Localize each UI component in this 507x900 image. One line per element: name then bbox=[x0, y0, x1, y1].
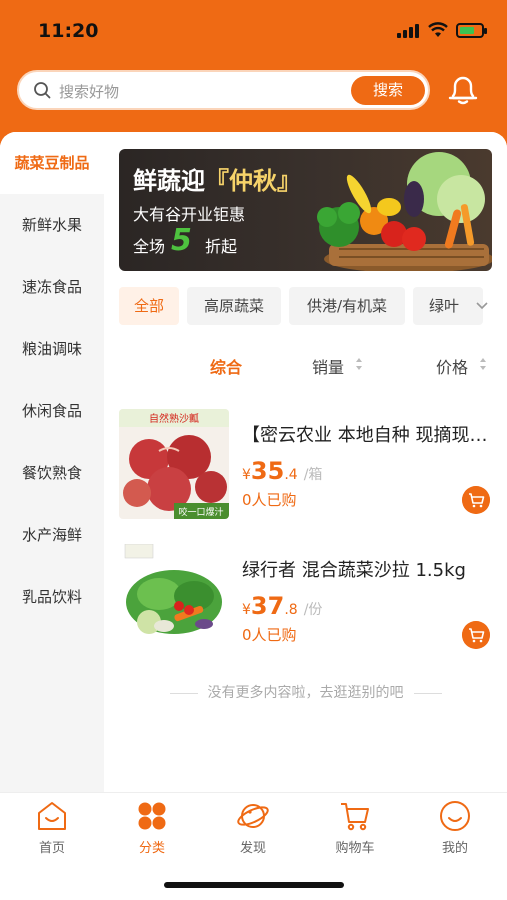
tab-discover[interactable]: 发现 bbox=[213, 799, 293, 856]
sidebar-item-grain-oil[interactable]: 粮油调味 bbox=[0, 318, 104, 380]
category-icon bbox=[138, 802, 166, 830]
svg-text:自然熟沙瓤: 自然熟沙瓤 bbox=[149, 412, 199, 425]
divider bbox=[413, 692, 442, 694]
product-sold-count: 0人已购 bbox=[242, 626, 297, 644]
product-image: 自然熟沙瓤 咬一口爆汁 bbox=[119, 409, 229, 519]
signal-icon bbox=[397, 24, 421, 38]
tab-profile[interactable]: 我的 bbox=[415, 799, 495, 856]
sidebar-item-seafood[interactable]: 水产海鲜 bbox=[0, 504, 104, 566]
product-sold-count: 0人已购 bbox=[242, 491, 297, 509]
home-indicator bbox=[164, 882, 344, 888]
status-bar: 11:20 bbox=[0, 0, 507, 60]
tag-all[interactable]: 全部 bbox=[119, 287, 179, 325]
sidebar-item-vegetables[interactable]: 蔬菜豆制品 bbox=[0, 132, 104, 194]
sort-sales[interactable]: 销量 bbox=[312, 354, 344, 378]
sidebar-item-dairy[interactable]: 乳品饮料 bbox=[0, 566, 104, 628]
tag-plateau-veg[interactable]: 高原蔬菜 bbox=[187, 287, 281, 325]
search-icon bbox=[34, 82, 51, 99]
sidebar-item-fruits[interactable]: 新鲜水果 bbox=[0, 194, 104, 256]
main-panel: 鲜蔬迎『仲秋』 大有谷开业钜惠 全场 5 折起 全部 高原蔬菜 供港/有机菜 绿… bbox=[104, 132, 507, 792]
product-card[interactable]: 自然熟沙瓤 咬一口爆汁 【密云农业 本地自种 现摘现发】自然熟沙瓤西红柿 ¥35… bbox=[104, 409, 507, 529]
chevron-down-icon[interactable] bbox=[472, 296, 492, 316]
banner-subtitle: 大有谷开业钜惠 bbox=[133, 205, 246, 224]
add-to-cart-button[interactable] bbox=[462, 621, 490, 649]
product-card[interactable]: 绿行者 混合蔬菜沙拉 1.5kg ¥37.8/份 0人已购 bbox=[104, 544, 507, 664]
add-to-cart-button[interactable] bbox=[462, 486, 490, 514]
product-name[interactable]: 【密云农业 本地自种 现摘现发】自然熟沙瓤西红柿 bbox=[242, 421, 492, 447]
sort-arrows-icon bbox=[356, 358, 362, 370]
banner-line3-prefix: 全场 bbox=[133, 237, 166, 256]
tab-home[interactable]: 首页 bbox=[12, 799, 92, 856]
subcategory-tags: 全部 高原蔬菜 供港/有机菜 绿叶 bbox=[119, 287, 507, 327]
banner-line3-suffix: 折起 bbox=[205, 237, 238, 256]
sidebar-item-snacks[interactable]: 休闲食品 bbox=[0, 380, 104, 442]
sort-bar: 综合 销量 价格 bbox=[104, 347, 507, 381]
search-button[interactable]: 搜索 bbox=[351, 76, 425, 105]
tag-organic[interactable]: 供港/有机菜 bbox=[289, 287, 405, 325]
banner-discount: 5 bbox=[171, 223, 192, 258]
cart-icon bbox=[341, 803, 369, 831]
home-icon bbox=[38, 802, 66, 830]
sidebar-item-frozen[interactable]: 速冻食品 bbox=[0, 256, 104, 318]
no-more-content: 没有更多内容啦，去逛逛别的吧 bbox=[104, 682, 507, 702]
banner-title: 鲜蔬迎『仲秋』 bbox=[133, 167, 301, 195]
profile-icon bbox=[440, 801, 470, 831]
product-image bbox=[119, 544, 229, 654]
product-price: ¥37.8/份 bbox=[242, 592, 323, 620]
product-price: ¥35.4/箱 bbox=[242, 457, 323, 485]
category-sidebar: 蔬菜豆制品 新鲜水果 速冻食品 粮油调味 休闲食品 餐饮熟食 水产海鲜 乳品饮料 bbox=[0, 132, 104, 792]
divider bbox=[169, 692, 198, 694]
wifi-icon bbox=[428, 22, 448, 37]
content-area: 蔬菜豆制品 新鲜水果 速冻食品 粮油调味 休闲食品 餐饮熟食 水产海鲜 乳品饮料… bbox=[0, 132, 507, 792]
vegetable-basket-image bbox=[317, 152, 492, 271]
search-input[interactable]: 搜索好物 bbox=[59, 81, 119, 102]
sidebar-item-deli[interactable]: 餐饮熟食 bbox=[0, 442, 104, 504]
tab-category[interactable]: 分类 bbox=[112, 799, 192, 856]
product-name[interactable]: 绿行者 混合蔬菜沙拉 1.5kg bbox=[242, 556, 492, 582]
sort-price[interactable]: 价格 bbox=[436, 354, 468, 378]
search-bar[interactable]: 搜索好物 搜索 bbox=[17, 70, 430, 110]
status-time: 11:20 bbox=[38, 20, 99, 42]
bell-icon[interactable] bbox=[448, 72, 478, 106]
product-unit: /份 bbox=[303, 602, 323, 618]
battery-icon bbox=[456, 23, 487, 38]
promo-banner[interactable]: 鲜蔬迎『仲秋』 大有谷开业钜惠 全场 5 折起 bbox=[119, 149, 492, 271]
svg-text:咬一口爆汁: 咬一口爆汁 bbox=[178, 506, 223, 518]
product-unit: /箱 bbox=[303, 467, 323, 483]
tab-cart[interactable]: 购物车 bbox=[315, 799, 395, 856]
discover-icon bbox=[237, 804, 269, 828]
sort-arrows-icon bbox=[480, 358, 486, 370]
sort-overall[interactable]: 综合 bbox=[210, 354, 242, 378]
